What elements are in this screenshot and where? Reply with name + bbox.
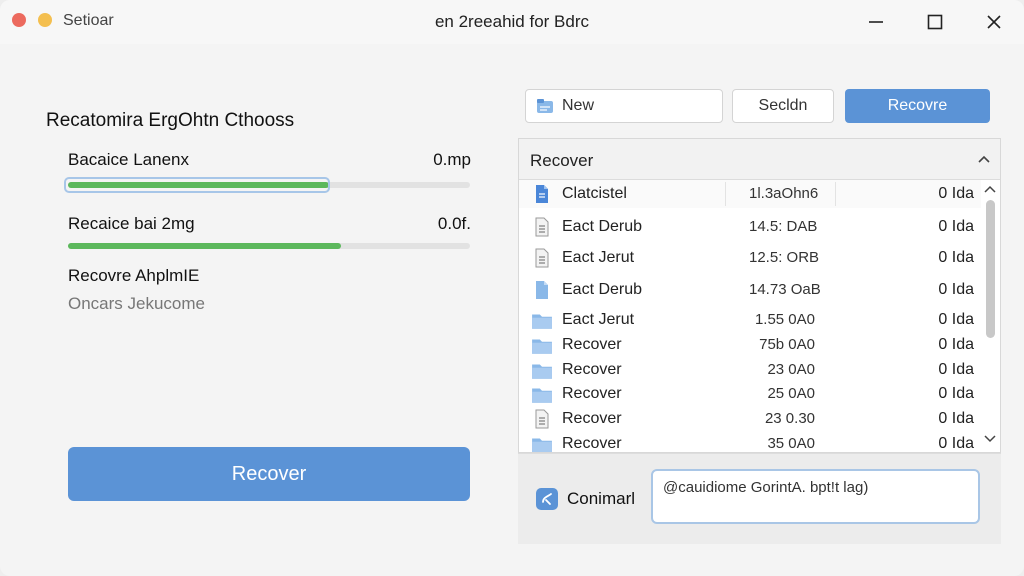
file-date: 0 Ida <box>938 185 974 202</box>
file-name: Clatcistel <box>562 185 627 202</box>
file-name: Recover <box>562 435 622 452</box>
file-date: 0 Ida <box>938 435 974 452</box>
file-date: 0 Ida <box>938 218 974 235</box>
progress-value-1: 0.mp <box>433 150 471 169</box>
command-input[interactable]: @cauidiome GorintA. bpt!t lag) <box>651 469 980 524</box>
file-name: Recover <box>562 361 622 378</box>
folder-icon <box>532 438 552 452</box>
file-name: Eact Jerut <box>562 311 635 328</box>
file-date: 0 Ida <box>938 336 974 353</box>
file-date: 0 Ida <box>938 281 974 298</box>
file-name: Eact Derub <box>562 218 643 235</box>
progress-label-1: Bacaice Lanenx <box>68 150 189 169</box>
column-separator <box>725 182 726 206</box>
minimize-icon[interactable] <box>862 8 890 36</box>
app-window: Setioar en 2reeahid for Bdrc Recatomira … <box>0 0 1024 576</box>
file-row[interactable]: Eact Jerut 1.55 0A0 0 Ida <box>519 306 981 334</box>
command-label: Conimarl <box>567 489 636 508</box>
vertical-scrollbar[interactable] <box>981 180 1000 452</box>
file-row[interactable]: Clatcistel 1l.3aOhn6 0 Ida <box>519 180 981 208</box>
file-date: 0 Ida <box>938 249 974 266</box>
folder-icon <box>532 339 552 354</box>
recover-button[interactable]: Recover <box>68 447 470 501</box>
section-title: Recatomira ErgOhtn Cthooss <box>46 110 295 131</box>
progress-fill-2 <box>68 243 342 249</box>
file-rows: Clatcistel 1l.3aOhn6 0 Ida Eact Derub 14… <box>519 180 981 452</box>
file-size: 1.55 0A0 <box>754 311 815 328</box>
file-date: 0 Ida <box>938 361 974 378</box>
file-name: Recover <box>562 410 622 427</box>
file-row[interactable]: Recover 25 0A0 0 Ida <box>519 380 981 408</box>
file-row[interactable]: Eact Jerut 12.5: ORB 0 Ida <box>519 244 981 272</box>
file-size: 14.73 OaB <box>749 281 821 298</box>
status-title: Recovre AhplmIE <box>68 266 200 285</box>
folder-icon <box>532 364 552 379</box>
file-size: 75b 0A0 <box>759 336 815 353</box>
title-bar: Setioar en 2reeahid for Bdrc <box>0 0 1024 44</box>
new-field-label: New <box>562 97 595 114</box>
file-name: Recover <box>562 385 622 402</box>
search-field[interactable]: Secldn <box>732 89 834 123</box>
file-date: 0 Ida <box>938 410 974 427</box>
file-date: 0 Ida <box>938 385 974 402</box>
chevron-up-icon[interactable] <box>976 151 992 167</box>
folder-new-icon <box>537 99 553 113</box>
status-subtitle: Oncars Jekucome <box>68 294 205 313</box>
list-header: Recover <box>519 139 1000 180</box>
list-header-title: Recover <box>530 151 594 170</box>
progress-value-2: 0.0f. <box>437 214 471 233</box>
file-row[interactable]: Recover 23 0.30 0 Ida <box>519 405 981 433</box>
file-size: 23 0.30 <box>764 410 815 427</box>
file-name: Eact Derub <box>562 281 643 298</box>
file-size: 23 0A0 <box>767 361 815 378</box>
new-field[interactable]: New <box>525 89 723 123</box>
folder-icon <box>532 314 552 329</box>
file-row[interactable]: Eact Derub 14.73 OaB 0 Ida <box>519 276 981 304</box>
blank-file-icon <box>536 281 548 299</box>
file-name: Recover <box>562 336 622 353</box>
text-file-icon <box>535 409 549 429</box>
file-row[interactable]: Recover 35 0A0 0 Ida <box>519 430 981 452</box>
file-row[interactable]: Recover 75b 0A0 0 Ida <box>519 331 981 359</box>
file-date: 0 Ida <box>938 311 974 328</box>
file-row[interactable]: Eact Derub 14.5: DAB 0 Ida <box>519 213 981 241</box>
file-size: 1l.3aOhn6 <box>749 185 819 202</box>
doc-blue-icon <box>536 185 548 203</box>
file-name: Eact Jerut <box>562 249 635 266</box>
focus-ring <box>64 177 330 193</box>
file-size: 12.5: ORB <box>749 249 820 266</box>
file-size: 35 0A0 <box>767 435 815 452</box>
file-size: 25 0A0 <box>767 385 815 402</box>
recover-primary-button[interactable]: Recovre <box>845 89 990 123</box>
folder-icon <box>532 388 552 403</box>
command-icon <box>536 488 558 510</box>
text-file-icon <box>535 217 549 237</box>
column-separator <box>835 182 836 206</box>
scroll-up-icon[interactable] <box>983 183 997 195</box>
file-list: Recover Clatcistel 1l.3aOhn6 0 Ida Eact … <box>518 138 1001 453</box>
maximize-icon[interactable] <box>921 8 949 36</box>
scroll-thumb[interactable] <box>986 200 995 338</box>
text-file-icon <box>535 248 549 268</box>
scroll-down-icon[interactable] <box>983 433 997 445</box>
progress-bar-2 <box>68 243 470 249</box>
file-size: 14.5: DAB <box>749 218 818 235</box>
close-icon[interactable] <box>980 8 1008 36</box>
progress-label-2: Recaice bai 2mg <box>68 214 195 233</box>
